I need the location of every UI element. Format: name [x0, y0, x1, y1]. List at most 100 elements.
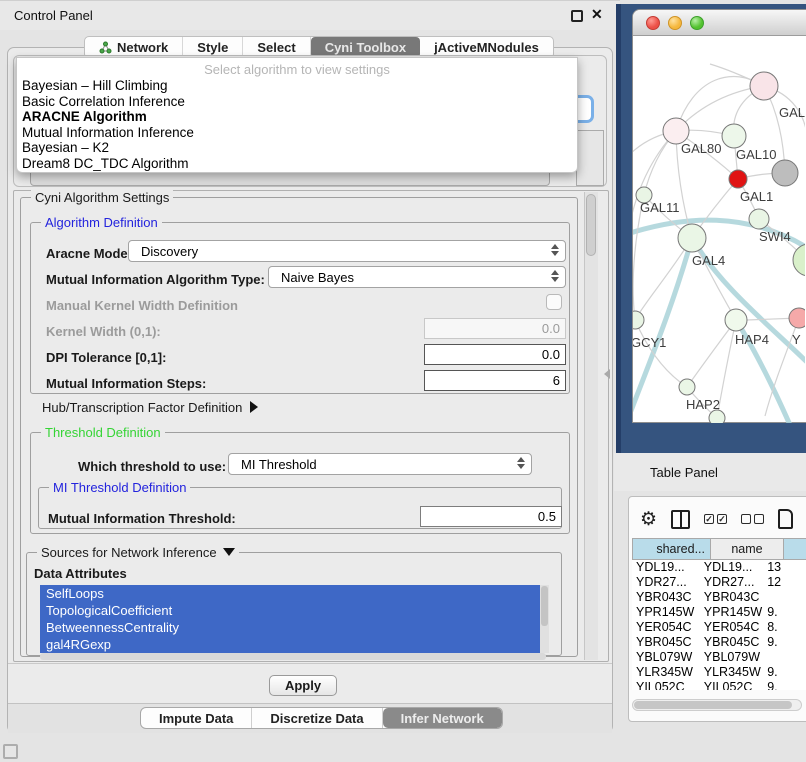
hub-section-label: Hub/Transcription Factor Definition	[42, 400, 242, 415]
mi-steps-field[interactable]: 6	[424, 370, 566, 391]
tab-impute-data[interactable]: Impute Data	[141, 708, 252, 728]
table-cell: YDL19...	[700, 560, 763, 575]
page-icon[interactable]	[778, 509, 793, 529]
corner-widget-icon[interactable]	[3, 744, 18, 759]
aracne-mode-combobox[interactable]: Discovery	[128, 240, 566, 262]
table-row[interactable]: YPR145WYPR145W9.	[632, 605, 806, 620]
mi-type-value: Naive Bayes	[281, 270, 354, 285]
aracne-mode-value: Discovery	[141, 244, 198, 259]
network-node-swi4[interactable]	[749, 209, 769, 229]
which-threshold-combobox[interactable]: MI Threshold	[228, 453, 532, 475]
gear-icon[interactable]: ⚙	[640, 510, 657, 529]
attribute-item-betweennesscentrality[interactable]: BetweennessCentrality	[40, 619, 540, 636]
settings-scrollbar[interactable]	[584, 192, 598, 660]
attribute-item-gal4rgexp[interactable]: gal4RGexp	[40, 636, 540, 653]
column-header-shared[interactable]: shared...	[632, 538, 710, 560]
node-label: GAL80	[681, 141, 721, 156]
table-cell: 8.	[763, 620, 806, 635]
sources-legend[interactable]: Sources for Network Inference	[37, 545, 239, 560]
float-window-icon[interactable]	[571, 10, 583, 22]
tab-infer-network[interactable]: Infer Network	[383, 708, 502, 728]
settings-scrollbar-thumb[interactable]	[586, 194, 596, 256]
algorithm-option-mutual-information-inference[interactable]: Mutual Information Inference	[17, 125, 577, 141]
network-node-gal4[interactable]	[678, 224, 706, 252]
network-node-gal10[interactable]	[722, 124, 746, 148]
deselect-all-icon[interactable]	[741, 514, 764, 524]
table-row[interactable]: YIL052CYIL052C9.	[632, 680, 806, 690]
network-canvas[interactable]: GALGAL80GAL10GAL1GAL11SWI4GAL4GCY1HAP4YH…	[633, 36, 805, 423]
network-node-unlabeled[interactable]	[772, 160, 798, 186]
table-row[interactable]: YBL079WYBL079W	[632, 650, 806, 665]
table-header: shared...name	[632, 538, 806, 560]
tab-discretize-data[interactable]: Discretize Data	[252, 708, 382, 728]
network-node-y[interactable]	[789, 308, 805, 328]
table-hscrollbar-thumb[interactable]	[634, 701, 792, 709]
network-node-hap4[interactable]	[725, 309, 747, 331]
network-node-gal1[interactable]	[729, 170, 747, 188]
algorithm-option-basic-correlation-inference[interactable]: Basic Correlation Inference	[17, 94, 577, 110]
dpi-tolerance-field[interactable]: 0.0	[424, 344, 566, 365]
data-attributes-list: SelfLoopsTopologicalCoefficientBetweenne…	[40, 585, 540, 653]
mi-threshold-field[interactable]: 0.5	[420, 506, 562, 527]
apply-button[interactable]: Apply	[269, 675, 337, 696]
network-node-hap2[interactable]	[679, 379, 695, 395]
attributes-hscrollbar[interactable]	[40, 653, 546, 660]
threshold-definition-legend: Threshold Definition	[41, 425, 165, 440]
mi-type-combobox[interactable]: Naive Bayes	[268, 266, 566, 288]
table-cell: YBL079W	[700, 650, 763, 665]
manual-kernel-label: Manual Kernel Width Definition	[46, 298, 238, 313]
table-toolbar: ⚙ ✓✓	[640, 503, 806, 535]
algorithm-option-dream8-dc-tdc-algorithm[interactable]: Dream8 DC_TDC Algorithm	[17, 156, 577, 172]
attribute-item-selfloops[interactable]: SelfLoops	[40, 585, 540, 602]
table-cell: YBL079W	[632, 650, 700, 665]
algorithm-option-aracne-algorithm[interactable]: ARACNE Algorithm	[17, 109, 577, 125]
select-all-icon[interactable]: ✓✓	[704, 514, 727, 524]
bottom-tabs: Impute DataDiscretize DataInfer Network	[140, 707, 503, 729]
network-graph[interactable]: GALGAL80GAL10GAL1GAL11SWI4GAL4GCY1HAP4YH…	[633, 36, 805, 423]
node-label: GAL1	[740, 189, 773, 204]
table-row[interactable]: YER054CYER054C8.	[632, 620, 806, 635]
combo-arrows-icon	[517, 457, 525, 469]
node-label: GAL	[779, 105, 805, 120]
table-row[interactable]: YDL19...YDL19...13	[632, 560, 806, 575]
which-threshold-label: Which threshold to use:	[78, 459, 226, 474]
column-header-hidden[interactable]	[783, 538, 806, 560]
algorithm-definition-legend: Algorithm Definition	[41, 215, 162, 230]
attribute-item-topologicalcoefficient[interactable]: TopologicalCoefficient	[40, 602, 540, 619]
table-cell: YLR345W	[632, 665, 700, 680]
table-cell: YBR043C	[632, 590, 700, 605]
hub-section-toggle[interactable]: Hub/Transcription Factor Definition	[42, 400, 258, 415]
attributes-vscrollbar-thumb[interactable]	[541, 586, 548, 626]
close-window-button[interactable]	[646, 16, 660, 30]
zoom-window-button[interactable]	[690, 16, 704, 30]
table-row[interactable]: YDR27...YDR27...12	[632, 575, 806, 590]
network-node-unlabeled[interactable]	[709, 410, 725, 423]
algorithm-option-bayesian-hill-climbing[interactable]: Bayesian – Hill Climbing	[17, 78, 577, 94]
combo-arrows-icon	[551, 270, 559, 282]
network-window-titlebar[interactable]	[633, 10, 806, 36]
node-label: HAP4	[735, 332, 769, 347]
column-header-name[interactable]: name	[710, 538, 783, 560]
network-edge[interactable]	[635, 238, 692, 320]
algorithm-dropdown-popup: Select algorithm to view settings Bayesi…	[16, 57, 578, 173]
manual-kernel-checkbox[interactable]	[546, 294, 562, 310]
table-panel-title: Table Panel	[650, 465, 718, 480]
split-view-icon[interactable]	[671, 510, 690, 529]
algorithm-option-bayesian-k2[interactable]: Bayesian – K2	[17, 140, 577, 156]
table-row[interactable]: YLR345WYLR345W9.	[632, 665, 806, 680]
table-row[interactable]: YBR043CYBR043C	[632, 590, 806, 605]
table-cell: YPR145W	[700, 605, 763, 620]
panel-splitter-handle[interactable]	[604, 369, 610, 379]
network-node-gal[interactable]	[750, 72, 778, 100]
minimize-window-button[interactable]	[668, 16, 682, 30]
close-icon[interactable]: ✕	[591, 6, 603, 23]
tab-label: Style	[197, 40, 228, 55]
combo-arrows-icon	[551, 244, 559, 256]
sources-legend-text: Sources for Network Inference	[41, 545, 217, 560]
table-row[interactable]: YBR045CYBR045C9.	[632, 635, 806, 650]
network-node-gcy1[interactable]	[633, 311, 644, 329]
mi-threshold-label: Mutual Information Threshold:	[48, 511, 236, 526]
dropdown-placeholder: Select algorithm to view settings	[17, 58, 577, 78]
network-edge[interactable]	[676, 86, 764, 131]
kernel-width-field[interactable]: 0.0	[424, 318, 566, 339]
